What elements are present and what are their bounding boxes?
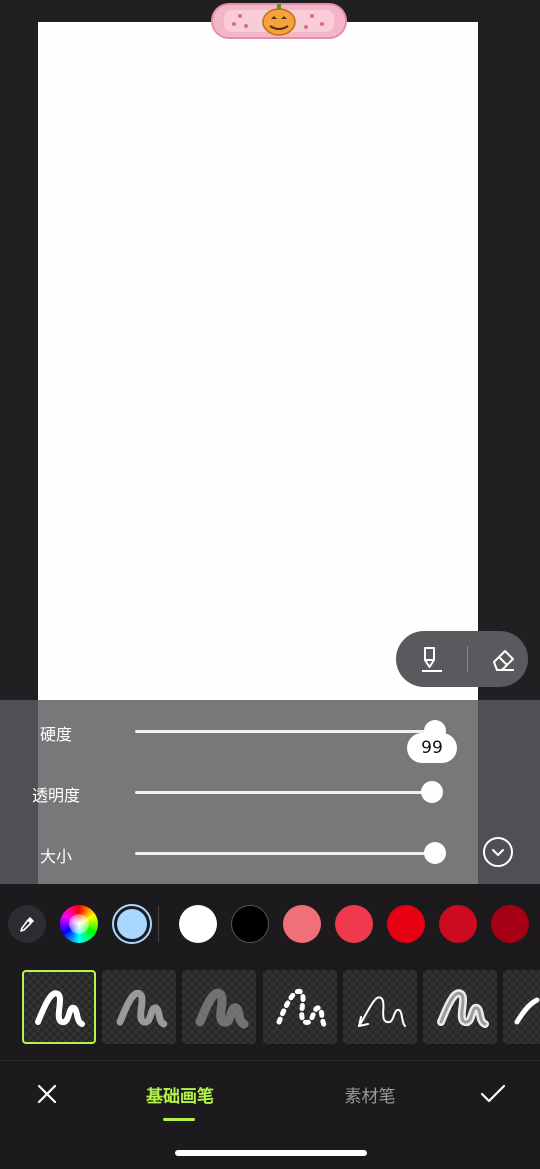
eraser-icon [492,650,514,671]
tab-material-brush[interactable]: 素材笔 [320,1080,420,1108]
size-slider-thumb[interactable] [424,842,446,864]
collapse-panel-button[interactable] [483,837,513,867]
palette-divider [158,906,159,942]
neon-brush-preview [437,989,489,1028]
checkmark-icon [480,1084,506,1103]
home-indicator [175,1150,367,1156]
opacity-label: 透明度 [32,786,81,805]
color-swatch[interactable] [387,905,425,943]
color-swatch[interactable] [491,905,529,943]
brush-list [0,964,540,1060]
hardness-label: 硬度 [40,725,73,744]
color-swatch[interactable] [231,905,269,943]
brush-sparkle[interactable] [102,970,176,1044]
brush-settings-panel: 硬度 透明度 大小 [0,700,540,884]
slider-value-tooltip: 99 [407,733,457,763]
color-swatch[interactable] [335,905,373,943]
eyedropper-button[interactable] [8,905,46,943]
brush-neon[interactable] [423,970,497,1044]
pumpkin-sticker [211,3,347,39]
size-slider[interactable] [135,852,435,855]
color-swatch[interactable] [439,905,477,943]
current-color-swatch[interactable] [112,904,152,944]
dashed-brush-preview [276,988,328,1029]
brush-blur[interactable] [182,970,256,1044]
color-swatch[interactable] [179,905,217,943]
confirm-button[interactable] [476,1077,510,1111]
close-button[interactable] [30,1077,64,1111]
solid-brush-preview [35,990,85,1027]
brush-arrow[interactable] [343,970,417,1044]
current-color-fill [117,909,147,939]
color-palette [0,884,540,964]
eyedropper-icon [20,917,34,932]
size-label: 大小 [40,847,73,866]
sparkle-brush-preview [116,989,168,1028]
hardness-slider[interactable] [135,730,435,733]
blur-brush-preview [195,988,249,1029]
color-swatch[interactable] [283,905,321,943]
eraser-tool-button[interactable] [477,631,528,687]
chevron-down-icon [492,849,504,856]
brush-dashed[interactable] [263,970,337,1044]
active-tab-indicator [163,1118,195,1121]
pen-tool-button[interactable] [406,631,457,687]
color-wheel-button[interactable] [60,905,98,943]
tab-basic-brush[interactable]: 基础画笔 [130,1080,230,1108]
tool-divider [466,646,468,672]
opacity-slider[interactable] [135,791,435,794]
partial-brush-preview [514,997,540,1025]
opacity-slider-thumb[interactable] [421,781,443,803]
pen-tool-icon [422,647,443,672]
close-icon [37,1084,57,1104]
tool-switch [396,631,528,687]
brush-solid[interactable] [22,970,96,1044]
brush-partial[interactable] [503,970,540,1044]
arrow-brush-preview [358,996,406,1027]
